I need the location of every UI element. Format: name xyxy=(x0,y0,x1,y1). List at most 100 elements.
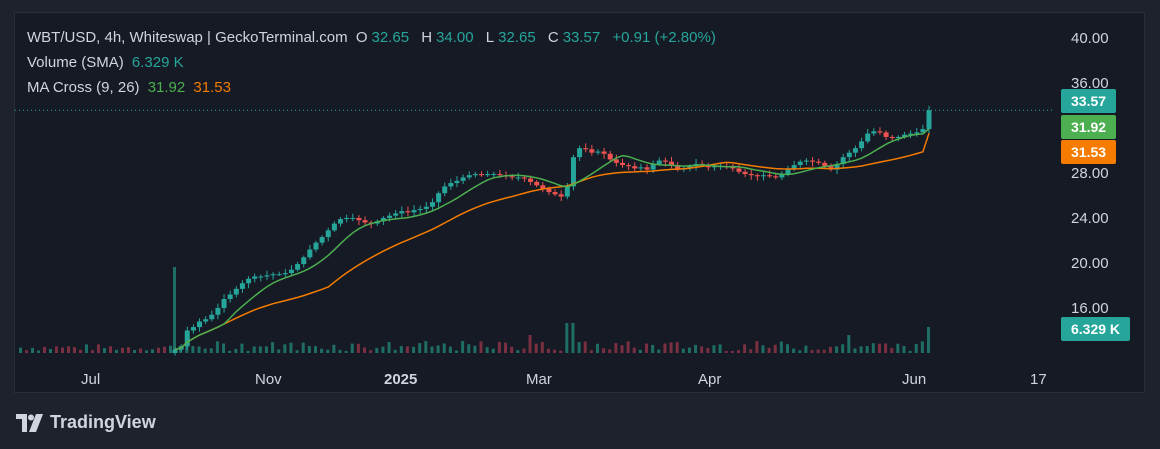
volume-bar xyxy=(252,346,256,353)
volume-bar xyxy=(638,349,642,353)
volume-bar xyxy=(736,350,740,353)
volume-bar xyxy=(651,344,655,353)
volume-bar xyxy=(675,342,679,353)
volume-bar xyxy=(442,343,446,353)
volume-bar xyxy=(121,347,124,353)
candle-body xyxy=(656,160,662,164)
candle-body xyxy=(399,211,405,214)
candle-body xyxy=(270,274,276,276)
candle-body xyxy=(846,152,852,158)
legend-volume-row[interactable]: Volume (SMA) 6.329 K xyxy=(27,54,188,71)
volume-bar xyxy=(589,350,593,353)
volume-bar xyxy=(914,343,918,353)
candle-body xyxy=(577,148,583,158)
candle-body xyxy=(534,181,540,186)
volume-bar xyxy=(215,341,219,353)
last-price-badge: 33.57 xyxy=(1061,89,1117,113)
candle-body xyxy=(356,217,362,221)
legend-ma-label: MA Cross (9, 26) xyxy=(27,79,140,96)
volume-bar xyxy=(350,343,354,353)
legend-symbol-row: WBT/USD, 4h, Whiteswap | GeckoTerminal.c… xyxy=(27,29,720,46)
candle-body xyxy=(233,288,239,295)
volume-bar xyxy=(773,344,777,353)
legend-volume-value: 6.329 K xyxy=(131,54,184,71)
volume-bar xyxy=(85,344,88,353)
volume-bar xyxy=(540,341,544,353)
volume-bar xyxy=(332,344,336,353)
candle-body xyxy=(859,141,865,149)
branding[interactable]: TradingView xyxy=(16,412,156,433)
volume-bar xyxy=(19,347,22,353)
volume-bar xyxy=(626,341,630,353)
volume-bar xyxy=(810,350,814,353)
volume-bar xyxy=(258,346,262,353)
x-tick-label: 2025 xyxy=(384,371,417,388)
volume-bar xyxy=(908,350,912,353)
candle-body xyxy=(472,174,478,176)
volume-bar xyxy=(749,349,753,353)
x-tick-label: Mar xyxy=(526,371,552,388)
candle-body xyxy=(797,161,803,166)
candle-body xyxy=(209,314,215,320)
volume-bar xyxy=(399,346,403,353)
volume-bar xyxy=(91,350,94,353)
volume-bar xyxy=(109,346,112,353)
volume-bar xyxy=(718,344,722,353)
volume-bar xyxy=(645,343,649,353)
candle-body xyxy=(258,276,264,278)
volume-bar xyxy=(326,349,330,353)
volume-bar xyxy=(571,323,575,353)
candle-body xyxy=(264,275,270,277)
candle-body xyxy=(742,171,748,175)
volume-bar xyxy=(405,346,409,353)
candle-body xyxy=(190,327,196,331)
tradingview-wordmark: TradingView xyxy=(50,412,156,432)
chart-pane[interactable]: 16.0020.0024.0028.0032.0036.0040.00 JulN… xyxy=(14,12,1145,393)
volume-bar xyxy=(694,344,698,353)
volume-bar xyxy=(865,346,869,353)
volume-bar xyxy=(816,349,820,353)
legend-close: C 33.57 xyxy=(547,29,601,46)
volume-bar xyxy=(289,342,293,353)
volume-bar xyxy=(583,341,587,353)
candle-body xyxy=(889,136,895,139)
candle-body xyxy=(252,276,258,279)
candle-body xyxy=(203,319,209,322)
legend-high: H 34.00 xyxy=(421,29,474,46)
candle-body xyxy=(387,215,393,218)
ma-slow-badge: 31.53 xyxy=(1061,140,1117,164)
volume-badge: 6.329 K xyxy=(1061,317,1131,341)
candle-body xyxy=(803,160,809,162)
candle-body xyxy=(239,283,245,289)
volume-bar xyxy=(412,346,416,353)
volume-bar xyxy=(424,341,428,353)
volume-bar xyxy=(240,343,244,353)
volume-bar xyxy=(497,341,501,353)
volume-bar xyxy=(301,342,305,353)
volume-bar xyxy=(902,346,906,353)
volume-bar xyxy=(620,345,624,353)
volume-bar xyxy=(31,347,34,353)
candle-body xyxy=(515,177,521,179)
volume-bar xyxy=(608,349,612,353)
legend-ma-row[interactable]: MA Cross (9, 26) 31.92 31.53 xyxy=(27,79,235,96)
volume-bar xyxy=(103,348,106,353)
volume-bar xyxy=(504,342,508,353)
volume-bar xyxy=(792,348,796,353)
candle-body xyxy=(754,175,760,177)
volume-bar xyxy=(877,343,881,353)
candle-body xyxy=(852,148,858,153)
volume-bar xyxy=(559,350,563,353)
volume-bar xyxy=(169,345,172,353)
volume-bar xyxy=(430,346,434,353)
ma-fast-badge: 31.92 xyxy=(1061,115,1117,139)
volume-bar xyxy=(700,346,704,353)
y-tick-label: 28.00 xyxy=(1071,165,1109,182)
candle-body xyxy=(172,349,178,353)
candle-body xyxy=(607,153,613,160)
candle-body xyxy=(485,174,491,176)
candle-body xyxy=(877,131,883,133)
volume-bar xyxy=(307,346,311,353)
volume-bar xyxy=(657,349,661,353)
moving-averages xyxy=(174,128,930,351)
